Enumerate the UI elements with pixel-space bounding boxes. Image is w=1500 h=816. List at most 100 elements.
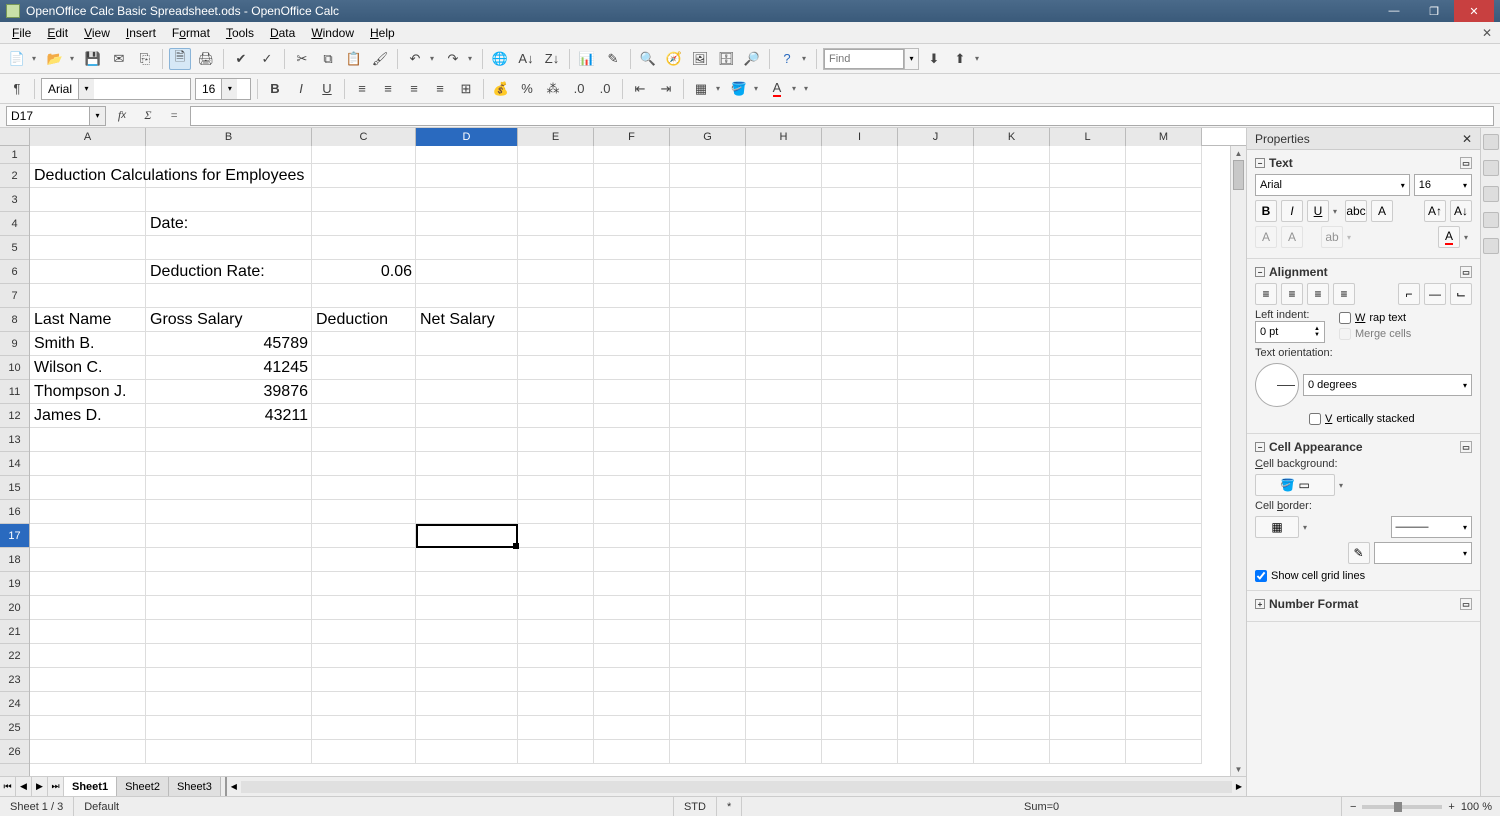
col-header-D[interactable]: D — [416, 128, 518, 146]
panel-size-combo[interactable]: 16▾ — [1414, 174, 1472, 196]
collapse-icon[interactable]: − — [1255, 442, 1265, 452]
panel-increase-icon[interactable]: A — [1255, 226, 1277, 248]
panel-bold-icon[interactable]: B — [1255, 200, 1277, 222]
decrease-indent-icon[interactable]: ⇤ — [629, 78, 651, 100]
panel-decrease-icon[interactable]: A — [1281, 226, 1303, 248]
border-style-combo[interactable]: ―――▾ — [1391, 516, 1473, 538]
menu-format[interactable]: Format — [164, 24, 218, 42]
expand-icon[interactable]: ▭ — [1460, 157, 1472, 169]
sort-asc-icon[interactable]: A↓ — [515, 48, 537, 70]
sheet-tab-2[interactable]: Sheet2 — [117, 777, 169, 796]
col-header-H[interactable]: H — [746, 128, 822, 146]
tab-next-icon[interactable]: ▶ — [32, 777, 48, 796]
scroll-down-icon[interactable]: ▼ — [1231, 762, 1246, 776]
border-color-icon[interactable]: ✎ — [1348, 542, 1370, 564]
cell-A9[interactable]: Smith B. — [30, 332, 146, 356]
redo-dropdown[interactable]: ▾ — [468, 54, 476, 63]
find-next-icon[interactable]: ⬇ — [923, 48, 945, 70]
panel-shadow-icon[interactable]: A — [1371, 200, 1393, 222]
find-input[interactable]: Find — [824, 49, 904, 69]
menu-data[interactable]: Data — [262, 24, 303, 42]
valign-middle-icon[interactable]: ― — [1424, 283, 1446, 305]
cell-B8[interactable]: Gross Salary — [146, 308, 312, 332]
col-header-I[interactable]: I — [822, 128, 898, 146]
spellcheck-icon[interactable]: ✔ — [230, 48, 252, 70]
row-header-4[interactable]: 4 — [0, 212, 29, 236]
zoom-slider[interactable] — [1394, 802, 1402, 812]
scroll-thumb[interactable] — [1233, 160, 1244, 190]
expand-icon[interactable]: ▭ — [1460, 266, 1472, 278]
zoom-value[interactable]: 100 % — [1461, 801, 1492, 813]
minimize-button[interactable]: — — [1374, 0, 1414, 22]
print-preview-icon[interactable]: 🗎 — [169, 48, 191, 70]
cell-A8[interactable]: Last Name — [30, 308, 146, 332]
italic-icon[interactable]: I — [290, 78, 312, 100]
scroll-up-icon[interactable]: ▲ — [1231, 146, 1246, 160]
cut-icon[interactable]: ✂ — [291, 48, 313, 70]
cell-A11[interactable]: Thompson J. — [30, 380, 146, 404]
align-left-icon[interactable]: ≡ — [351, 78, 373, 100]
cell-B10[interactable]: 41245 — [146, 356, 312, 380]
row-header-16[interactable]: 16 — [0, 500, 29, 524]
sidebar-functions-icon[interactable] — [1483, 238, 1499, 254]
sidebar-navigator-icon[interactable] — [1483, 212, 1499, 228]
halign-right-icon[interactable]: ≡ — [1307, 283, 1329, 305]
valign-top-icon[interactable]: ⌐ — [1398, 283, 1420, 305]
row-header-8[interactable]: 8 — [0, 308, 29, 332]
increase-indent-icon[interactable]: ⇥ — [655, 78, 677, 100]
find-overflow[interactable]: ▾ — [975, 54, 983, 63]
row-header-14[interactable]: 14 — [0, 452, 29, 476]
col-header-A[interactable]: A — [30, 128, 146, 146]
collapse-icon[interactable]: − — [1255, 267, 1265, 277]
show-draw-icon[interactable]: ✎ — [602, 48, 624, 70]
panel-highlight-icon[interactable]: ab — [1321, 226, 1343, 248]
navigator-icon[interactable]: 🧭 — [663, 48, 685, 70]
left-indent-spinner[interactable]: 0 pt▲▼ — [1255, 321, 1325, 343]
redo-icon[interactable]: ↷ — [442, 48, 464, 70]
horizontal-scrollbar[interactable]: ◀ ▶ — [227, 777, 1246, 796]
menu-insert[interactable]: Insert — [118, 24, 164, 42]
menu-file[interactable]: File — [4, 24, 39, 42]
panel-italic-icon[interactable]: I — [1281, 200, 1303, 222]
tab-first-icon[interactable]: ⏮ — [0, 777, 16, 796]
status-mode[interactable]: STD — [674, 797, 717, 816]
vertically-stacked-checkbox[interactable]: Vertically stacked — [1309, 411, 1472, 427]
row-header-17[interactable]: 17 — [0, 524, 29, 548]
col-header-G[interactable]: G — [670, 128, 746, 146]
col-header-F[interactable]: F — [594, 128, 670, 146]
row-header-22[interactable]: 22 — [0, 644, 29, 668]
merge-cells-checkbox[interactable]: Merge cells — [1339, 326, 1472, 342]
cell-B4[interactable]: Date: — [146, 212, 312, 236]
highlight-dropdown[interactable]: ▾ — [1347, 233, 1355, 242]
properties-close-icon[interactable]: ✕ — [1462, 132, 1472, 146]
cell-C6[interactable]: 0.06 — [312, 260, 416, 284]
menu-view[interactable]: View — [76, 24, 118, 42]
bold-icon[interactable]: B — [264, 78, 286, 100]
row-header-18[interactable]: 18 — [0, 548, 29, 572]
row-header-11[interactable]: 11 — [0, 380, 29, 404]
cell-B9[interactable]: 45789 — [146, 332, 312, 356]
active-cell[interactable] — [416, 524, 518, 548]
zoom-out-icon[interactable]: − — [1350, 801, 1356, 813]
panel-fontcolor-icon[interactable]: A — [1438, 226, 1460, 248]
panel-sub-icon[interactable]: A↓ — [1450, 200, 1472, 222]
cell-D8[interactable]: Net Salary — [416, 308, 518, 332]
col-header-E[interactable]: E — [518, 128, 594, 146]
row-header-15[interactable]: 15 — [0, 476, 29, 500]
panel-font-combo[interactable]: Arial▾ — [1255, 174, 1410, 196]
halign-justify-icon[interactable]: ≡ — [1333, 283, 1355, 305]
row-header-25[interactable]: 25 — [0, 716, 29, 740]
row-header-26[interactable]: 26 — [0, 740, 29, 764]
zoom-in-icon[interactable]: + — [1448, 801, 1454, 813]
new-dropdown[interactable]: ▾ — [32, 54, 40, 63]
name-box[interactable]: D17▾ — [6, 106, 106, 126]
add-decimal-icon[interactable]: .0 — [568, 78, 590, 100]
email-icon[interactable]: ✉ — [108, 48, 130, 70]
valign-bottom-icon[interactable]: ⌙ — [1450, 283, 1472, 305]
align-justify-icon[interactable]: ≡ — [429, 78, 451, 100]
col-header-C[interactable]: C — [312, 128, 416, 146]
panel-fontcolor-dropdown[interactable]: ▾ — [1464, 233, 1472, 242]
border-preset-picker[interactable]: ▦ — [1255, 516, 1299, 538]
panel-super-icon[interactable]: A↑ — [1424, 200, 1446, 222]
align-right-icon[interactable]: ≡ — [403, 78, 425, 100]
